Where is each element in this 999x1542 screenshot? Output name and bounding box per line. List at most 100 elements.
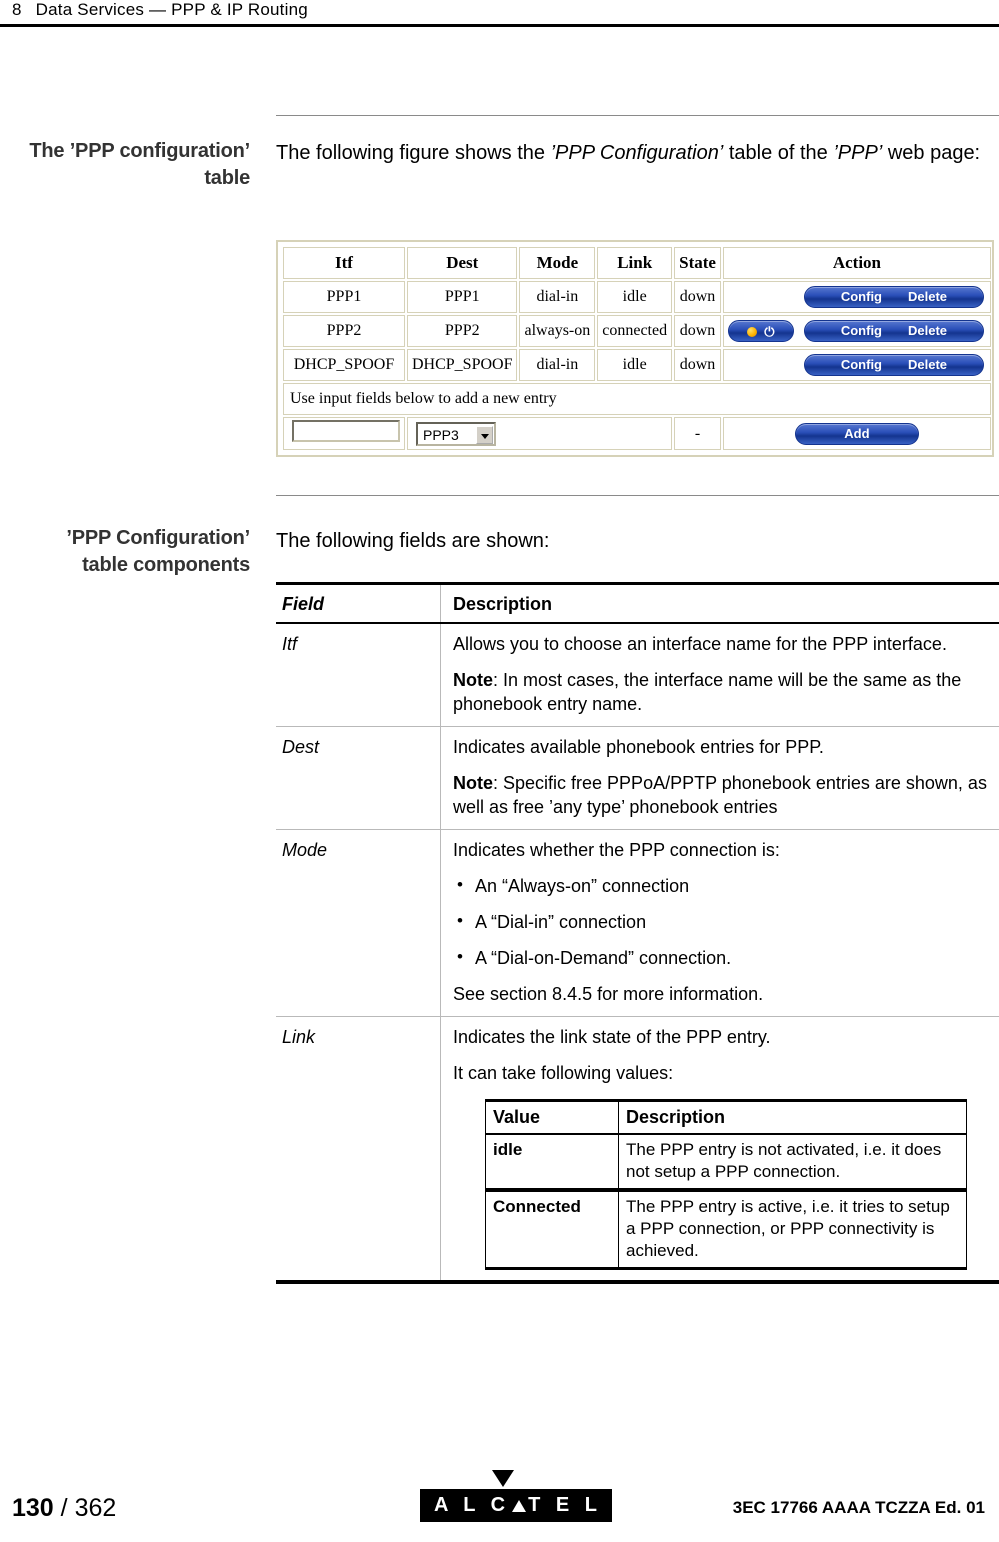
column-header-dest: Dest [407, 247, 518, 279]
intro-text-part-1: The following figure shows the [276, 142, 551, 164]
delete-button-label[interactable]: Delete [908, 289, 947, 304]
field-description-table: Field Description Itf Allows you to choo… [276, 582, 999, 1284]
config-delete-button-group[interactable]: Config Delete [803, 286, 984, 308]
link-value-table: Value Description idle The PPP entry is … [485, 1099, 967, 1270]
cell-mode: always-on [519, 315, 596, 347]
note-label: Note [453, 670, 493, 690]
section-1-heading-line-2: table [204, 167, 250, 189]
note-label: Note [453, 773, 493, 793]
value-name-connected: Connected [485, 1189, 619, 1270]
cell-state: down [674, 315, 721, 347]
value-description-connected: The PPP entry is active, i.e. it tries t… [618, 1189, 967, 1270]
cell-action: Config Delete [722, 281, 991, 313]
description-paragraph: Indicates available phonebook entries fo… [453, 737, 824, 757]
new-dest-selected-value: PPP3 [423, 426, 459, 443]
section-2-heading-line-1: ’PPP Configuration’ [66, 527, 250, 549]
description-cross-reference: See section 8.4.5 for more information. [453, 984, 764, 1004]
value-description-idle: The PPP entry is not activated, i.e. it … [618, 1133, 967, 1192]
header-chapter-line: 8 Data Services — PPP & IP Routing [12, 0, 308, 20]
cell-state: down [674, 349, 721, 381]
table-row: Dest Indicates available phonebook entri… [276, 726, 999, 830]
field-description-itf: Allows you to choose an interface name f… [440, 623, 999, 727]
add-entry-hint: Use input fields below to add a new entr… [283, 383, 991, 415]
ppp-configuration-figure: Itf Dest Mode Link State Action PPP1 PPP… [276, 240, 994, 457]
field-column-header: Field [276, 582, 441, 624]
cell-itf: PPP2 [283, 315, 405, 347]
table-row: PPP1 PPP1 dial-in idle down Config Delete [283, 281, 991, 313]
field-name-itf: Itf [276, 623, 441, 727]
new-dest-select[interactable]: PPP3 [416, 421, 496, 446]
logo-wordmark: A L CT E L [420, 1489, 613, 1522]
section-1-top-rule [276, 115, 999, 116]
alcatel-logo: A L CT E L [420, 1470, 613, 1522]
cell-mode: dial-in [519, 281, 596, 313]
description-column-header: Description [440, 582, 999, 624]
header-chapter-title: Data Services — PPP & IP Routing [35, 0, 308, 19]
table-row: Itf Allows you to choose an interface na… [276, 623, 999, 727]
section-1-margin-heading: The ’PPP configuration’ table [0, 138, 250, 192]
config-delete-button-group[interactable]: Config Delete [803, 320, 984, 342]
value-description-column-header: Description [618, 1099, 967, 1135]
value-name-idle: idle [485, 1133, 619, 1192]
note-text: : Specific free PPPoA/PPTP phonebook ent… [453, 773, 987, 817]
logo-triangle-icon [491, 1470, 514, 1487]
table-row: Connected The PPP entry is active, i.e. … [485, 1189, 967, 1270]
config-button-label[interactable]: Config [841, 357, 882, 372]
table-row: idle The PPP entry is not activated, i.e… [485, 1133, 967, 1192]
chevron-down-icon[interactable] [476, 425, 493, 444]
section-1-intro-text: The following figure shows the ’PPP Conf… [276, 139, 999, 168]
link-values-wrapper: Value Description idle The PPP entry is … [453, 1097, 990, 1270]
cell-link: idle [597, 349, 673, 381]
delete-button-label[interactable]: Delete [908, 323, 947, 338]
table-header-row: Itf Dest Mode Link State Action [283, 247, 991, 279]
page-header: 8 Data Services — PPP & IP Routing [0, 0, 999, 27]
list-item: An “Always-on” connection [453, 873, 990, 898]
column-header-link: Link [597, 247, 673, 279]
table-row: Link Indicates the link state of the PPP… [276, 1016, 999, 1284]
intro-text-italic-2: ’PPP’ [833, 142, 883, 164]
column-header-itf: Itf [283, 247, 405, 279]
section-2-margin-heading: ’PPP Configuration’ table components [0, 525, 250, 579]
section-1-heading-line-1: The ’PPP configuration’ [29, 140, 250, 162]
value-table-header-row: Value Description [485, 1099, 967, 1135]
note-text: : In most cases, the interface name will… [453, 670, 962, 714]
description-paragraph: Indicates the link state of the PPP entr… [453, 1027, 771, 1047]
page-footer: 130 / 362 A L C T E L 3EC 17766 AAAA TCZZ… [0, 1470, 999, 1542]
new-itf-input[interactable] [292, 420, 400, 442]
field-description-dest: Indicates available phonebook entries fo… [440, 726, 999, 830]
field-description-link: Indicates the link state of the PPP entr… [440, 1016, 999, 1284]
field-table-header-row: Field Description [276, 582, 999, 624]
cell-link: idle [597, 281, 673, 313]
page-number: 130 / 362 [12, 1494, 116, 1523]
table-row: Mode Indicates whether the PPP connectio… [276, 829, 999, 1017]
add-button[interactable]: Add [794, 422, 919, 445]
config-delete-button-group[interactable]: Config Delete [803, 354, 984, 376]
delete-button-label[interactable]: Delete [908, 357, 947, 372]
description-note: Note: Specific free PPPoA/PPTP phonebook… [453, 771, 990, 819]
power-icon: ⏻ [764, 324, 775, 340]
field-name-mode: Mode [276, 829, 441, 1017]
cell-dest: PPP2 [407, 315, 518, 347]
section-2-top-rule [276, 495, 999, 496]
page-number-total: 362 [74, 1494, 117, 1522]
cell-action: Config Delete [722, 349, 991, 381]
cell-itf: DHCP_SPOOF [283, 349, 405, 381]
cell-link: connected [597, 315, 673, 347]
column-header-state: State [674, 247, 721, 279]
description-paragraph: It can take following values: [453, 1063, 674, 1083]
power-toggle-button[interactable]: ⏻ [727, 320, 794, 342]
section-2-heading-line-2: table components [82, 554, 250, 576]
value-column-header: Value [485, 1099, 619, 1135]
page-number-separator: / [60, 1494, 68, 1522]
page-number-current: 130 [12, 1494, 54, 1522]
config-button-label[interactable]: Config [841, 323, 882, 338]
intro-text-italic-1: ’PPP Configuration’ [550, 142, 724, 164]
cell-dest: DHCP_SPOOF [407, 349, 518, 381]
column-header-action: Action [722, 247, 991, 279]
config-button-label[interactable]: Config [841, 289, 882, 304]
header-chapter-number: 8 [12, 0, 22, 19]
cell-new-itf [283, 417, 405, 450]
field-name-dest: Dest [276, 726, 441, 830]
list-item: A “Dial-on-Demand” connection. [453, 945, 990, 970]
cell-new-state: - [674, 417, 721, 450]
